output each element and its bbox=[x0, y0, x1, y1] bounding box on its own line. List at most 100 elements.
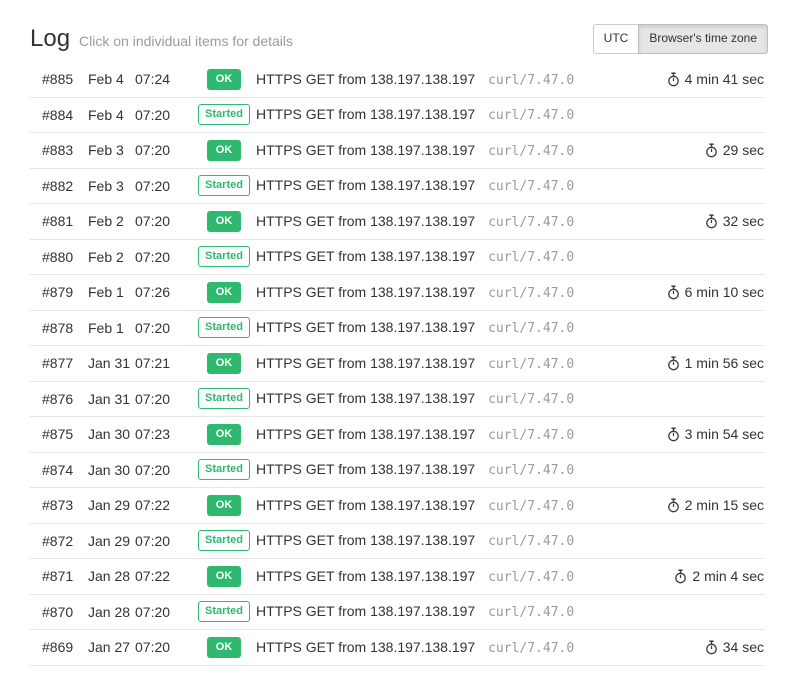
ping-number: #877 bbox=[42, 355, 88, 371]
event-text: HTTPS GET from 138.197.138.197 bbox=[256, 213, 475, 229]
log-row[interactable]: #870 Jan 28 07:20 Started HTTPS GET from… bbox=[30, 595, 765, 631]
duration-text: 4 min 41 sec bbox=[685, 71, 764, 87]
ping-number: #871 bbox=[42, 568, 88, 584]
ping-date: Feb 4 bbox=[88, 107, 135, 123]
stopwatch-icon bbox=[705, 143, 718, 158]
user-agent-text: curl/7.47.0 bbox=[488, 179, 574, 194]
ping-date: Jan 28 bbox=[88, 568, 135, 584]
status-badge: Started bbox=[198, 246, 250, 267]
log-row[interactable]: #874 Jan 30 07:20 Started HTTPS GET from… bbox=[30, 453, 765, 489]
log-row[interactable]: #869 Jan 27 07:20 OK HTTPS GET from 138.… bbox=[30, 630, 765, 666]
log-row[interactable]: #875 Jan 30 07:23 OK HTTPS GET from 138.… bbox=[30, 417, 765, 453]
ping-date: Jan 30 bbox=[88, 462, 135, 478]
status-badge-cell: OK bbox=[192, 282, 256, 303]
status-badge-cell: OK bbox=[192, 495, 256, 516]
user-agent-text: curl/7.47.0 bbox=[488, 108, 574, 123]
event-text: HTTPS GET from 138.197.138.197 bbox=[256, 106, 475, 122]
ping-time: 07:23 bbox=[135, 426, 192, 442]
user-agent-text: curl/7.47.0 bbox=[488, 605, 574, 620]
stopwatch-icon bbox=[667, 72, 680, 87]
ping-date: Jan 29 bbox=[88, 533, 135, 549]
event-text: HTTPS GET from 138.197.138.197 bbox=[256, 497, 475, 513]
event-cell: HTTPS GET from 138.197.138.197 curl/7.47… bbox=[256, 248, 765, 265]
user-agent-text: curl/7.47.0 bbox=[488, 499, 574, 514]
ping-date: Jan 31 bbox=[88, 355, 135, 371]
duration: 1 min 56 sec bbox=[667, 355, 765, 371]
user-agent-text: curl/7.47.0 bbox=[488, 534, 574, 549]
log-row[interactable]: #872 Jan 29 07:20 Started HTTPS GET from… bbox=[30, 524, 765, 560]
ping-number: #881 bbox=[42, 213, 88, 229]
user-agent-text: curl/7.47.0 bbox=[488, 286, 574, 301]
ping-number: #883 bbox=[42, 142, 88, 158]
status-badge: OK bbox=[207, 353, 242, 374]
duration: 4 min 41 sec bbox=[667, 71, 765, 87]
event-text: HTTPS GET from 138.197.138.197 bbox=[256, 532, 475, 548]
event-cell: HTTPS GET from 138.197.138.197 curl/7.47… bbox=[256, 319, 765, 336]
status-badge-cell: Started bbox=[192, 530, 256, 551]
status-badge-cell: OK bbox=[192, 566, 256, 587]
user-agent-text: curl/7.47.0 bbox=[488, 321, 574, 336]
timezone-toggle-group: UTC Browser's time zone bbox=[593, 24, 768, 53]
event-cell: HTTPS GET from 138.197.138.197 curl/7.47… bbox=[256, 355, 667, 372]
stopwatch-icon bbox=[667, 285, 680, 300]
ping-number: #870 bbox=[42, 604, 88, 620]
ping-date: Feb 3 bbox=[88, 142, 135, 158]
event-cell: HTTPS GET from 138.197.138.197 curl/7.47… bbox=[256, 142, 705, 159]
browser-timezone-button[interactable]: Browser's time zone bbox=[638, 24, 768, 53]
event-text: HTTPS GET from 138.197.138.197 bbox=[256, 639, 475, 655]
ping-time: 07:20 bbox=[135, 320, 192, 336]
event-cell: HTTPS GET from 138.197.138.197 curl/7.47… bbox=[256, 284, 667, 301]
user-agent-text: curl/7.47.0 bbox=[488, 463, 574, 478]
status-badge: OK bbox=[207, 566, 242, 587]
user-agent-text: curl/7.47.0 bbox=[488, 392, 574, 407]
ping-time: 07:22 bbox=[135, 568, 192, 584]
event-cell: HTTPS GET from 138.197.138.197 curl/7.47… bbox=[256, 106, 765, 123]
log-row[interactable]: #882 Feb 3 07:20 Started HTTPS GET from … bbox=[30, 169, 765, 205]
log-row[interactable]: #881 Feb 2 07:20 OK HTTPS GET from 138.1… bbox=[30, 204, 765, 240]
ping-date: Jan 29 bbox=[88, 497, 135, 513]
log-row[interactable]: #884 Feb 4 07:20 Started HTTPS GET from … bbox=[30, 98, 765, 134]
log-row[interactable]: #877 Jan 31 07:21 OK HTTPS GET from 138.… bbox=[30, 346, 765, 382]
log-row[interactable]: #878 Feb 1 07:20 Started HTTPS GET from … bbox=[30, 311, 765, 347]
user-agent-text: curl/7.47.0 bbox=[488, 73, 574, 88]
ping-time: 07:22 bbox=[135, 497, 192, 513]
log-row[interactable]: #873 Jan 29 07:22 OK HTTPS GET from 138.… bbox=[30, 488, 765, 524]
status-badge-cell: OK bbox=[192, 424, 256, 445]
ping-number: #878 bbox=[42, 320, 88, 336]
title-wrap: Log Click on individual items for detail… bbox=[30, 25, 293, 53]
ping-time: 07:20 bbox=[135, 178, 192, 194]
status-badge: OK bbox=[207, 282, 242, 303]
duration: 3 min 54 sec bbox=[667, 426, 765, 442]
duration: 34 sec bbox=[705, 639, 765, 655]
ping-time: 07:20 bbox=[135, 391, 192, 407]
log-row[interactable]: #885 Feb 4 07:24 OK HTTPS GET from 138.1… bbox=[30, 62, 765, 98]
event-cell: HTTPS GET from 138.197.138.197 curl/7.47… bbox=[256, 532, 765, 549]
log-row[interactable]: #871 Jan 28 07:22 OK HTTPS GET from 138.… bbox=[30, 559, 765, 595]
log-row[interactable]: #880 Feb 2 07:20 Started HTTPS GET from … bbox=[30, 240, 765, 276]
duration: 29 sec bbox=[705, 142, 765, 158]
stopwatch-icon bbox=[667, 498, 680, 513]
status-badge-cell: OK bbox=[192, 211, 256, 232]
ping-time: 07:20 bbox=[135, 249, 192, 265]
event-text: HTTPS GET from 138.197.138.197 bbox=[256, 603, 475, 619]
ping-date: Feb 1 bbox=[88, 284, 135, 300]
event-text: HTTPS GET from 138.197.138.197 bbox=[256, 319, 475, 335]
event-cell: HTTPS GET from 138.197.138.197 curl/7.47… bbox=[256, 390, 765, 407]
duration-text: 34 sec bbox=[723, 639, 764, 655]
ping-number: #879 bbox=[42, 284, 88, 300]
event-cell: HTTPS GET from 138.197.138.197 curl/7.47… bbox=[256, 568, 674, 585]
event-text: HTTPS GET from 138.197.138.197 bbox=[256, 142, 475, 158]
log-row[interactable]: #883 Feb 3 07:20 OK HTTPS GET from 138.1… bbox=[30, 133, 765, 169]
ping-date: Feb 4 bbox=[88, 71, 135, 87]
event-text: HTTPS GET from 138.197.138.197 bbox=[256, 390, 475, 406]
log-row[interactable]: #876 Jan 31 07:20 Started HTTPS GET from… bbox=[30, 382, 765, 418]
log-row[interactable]: #879 Feb 1 07:26 OK HTTPS GET from 138.1… bbox=[30, 275, 765, 311]
status-badge-cell: Started bbox=[192, 601, 256, 622]
utc-button[interactable]: UTC bbox=[593, 24, 640, 53]
event-cell: HTTPS GET from 138.197.138.197 curl/7.47… bbox=[256, 177, 765, 194]
user-agent-text: curl/7.47.0 bbox=[488, 357, 574, 372]
ping-number: #869 bbox=[42, 639, 88, 655]
ping-number: #884 bbox=[42, 107, 88, 123]
status-badge-cell: Started bbox=[192, 104, 256, 125]
user-agent-text: curl/7.47.0 bbox=[488, 641, 574, 656]
